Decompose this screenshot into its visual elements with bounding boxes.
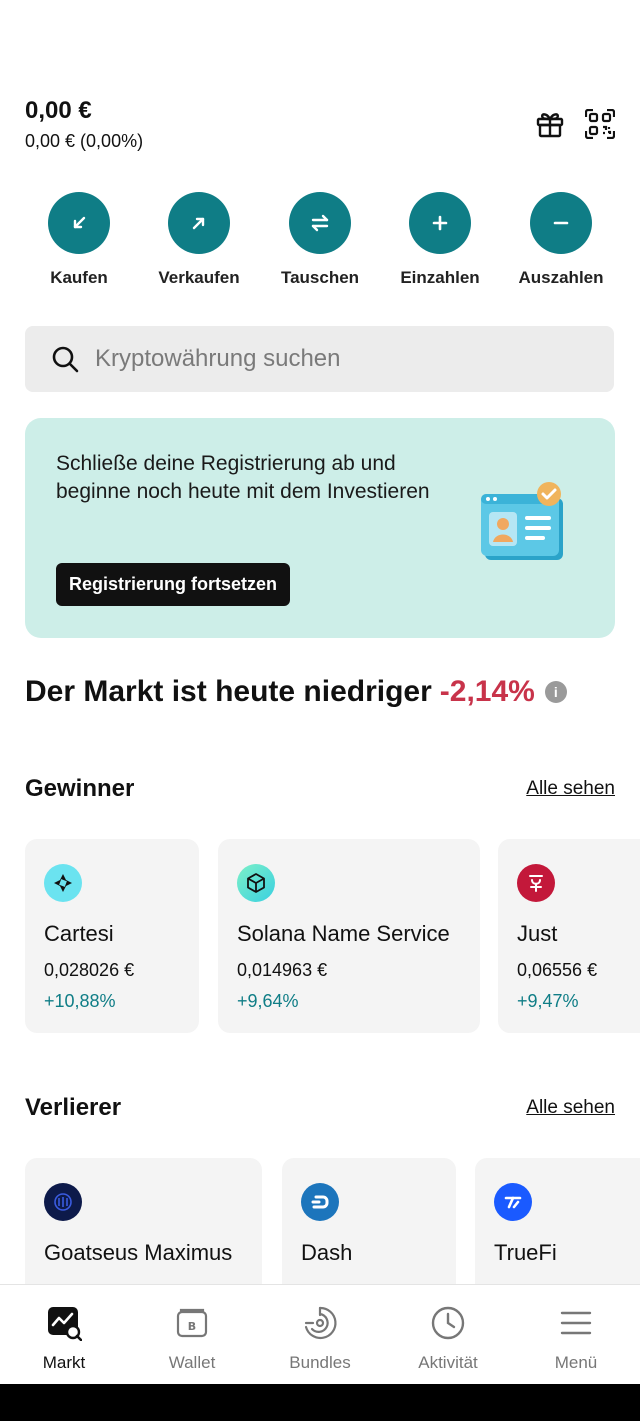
coin-price: 0,028026 € [44, 960, 135, 980]
swap-button[interactable]: Tauschen [272, 192, 368, 288]
balance-amount: 0,00 € [25, 97, 92, 124]
coin-price: 0,06556 € [517, 960, 598, 980]
just-logo-icon [517, 864, 555, 902]
withdraw-label: Auszahlen [518, 268, 604, 287]
truefi-logo-icon [494, 1183, 532, 1221]
info-icon[interactable]: i [544, 681, 567, 703]
withdraw-button[interactable]: Auszahlen [513, 192, 609, 288]
goatseus-maximus-logo-icon [44, 1183, 82, 1221]
registration-banner-text: Schließe deine Registrierung ab und begi… [56, 452, 430, 503]
sell-button[interactable]: Verkaufen [151, 192, 247, 288]
nav-item-wallet[interactable]: B Wallet [137, 1303, 247, 1373]
gainers-title: Gewinner [25, 775, 135, 802]
market-headline: Der Markt ist heute niedriger [25, 675, 432, 708]
solana-name-service-logo-icon [237, 864, 275, 902]
search-placeholder: Kryptowährung suchen [95, 345, 341, 372]
id-card-illustration [475, 480, 575, 570]
nav-label: Menü [554, 1353, 598, 1372]
minus-icon [530, 192, 592, 254]
coin-name: Dash [301, 1240, 353, 1265]
coin-name: Goatseus Maximus [44, 1240, 233, 1265]
continue-registration-button[interactable]: Registrierung fortsetzen [56, 563, 291, 606]
coin-change: +9,47% [517, 991, 579, 1011]
wallet-icon: B [172, 1303, 212, 1343]
sell-label: Verkaufen [158, 268, 240, 287]
arrow-down-left-icon [48, 192, 110, 254]
dash-logo-icon [301, 1183, 339, 1221]
gainer-card-solana-name-service[interactable]: Solana Name Service 0,014963 € +9,64% [218, 839, 480, 1033]
arrow-up-right-icon [168, 192, 230, 254]
losers-title: Verlierer [25, 1094, 122, 1121]
hamburger-menu-icon [556, 1303, 596, 1343]
plus-icon [409, 192, 471, 254]
nav-label: Markt [42, 1353, 86, 1372]
bundles-icon [300, 1303, 340, 1343]
swap-label: Tauschen [280, 268, 360, 287]
balance-change: 0,00 € (0,00%) [25, 131, 144, 151]
bottom-navigation: Markt B Wallet Bundles Aktivität Menü [0, 1284, 640, 1384]
buy-button[interactable]: Kaufen [31, 192, 127, 288]
system-navigation-bar [0, 1384, 640, 1421]
market-change: -2,14% [439, 675, 535, 708]
nav-label: Bundles [289, 1353, 351, 1372]
nav-item-menu[interactable]: Menü [521, 1303, 631, 1373]
coin-name: TrueFi [494, 1240, 557, 1265]
coin-name: Solana Name Service [237, 921, 450, 946]
market-summary: Der Markt ist heute niedriger -2,14% i [25, 675, 567, 709]
deposit-label: Einzahlen [400, 268, 480, 287]
coin-change: +10,88% [44, 991, 116, 1011]
market-chart-icon [44, 1303, 84, 1343]
losers-see-all-link[interactable]: Alle sehen [526, 1097, 615, 1119]
cartesi-logo-icon [44, 864, 82, 902]
nav-label: Aktivität [418, 1353, 478, 1372]
deposit-button[interactable]: Einzahlen [392, 192, 488, 288]
search-input[interactable]: Kryptowährung suchen [25, 326, 614, 392]
clock-icon [428, 1303, 468, 1343]
nav-item-markt[interactable]: Markt [9, 1303, 119, 1373]
qr-scan-icon[interactable] [584, 108, 616, 140]
coin-name: Just [517, 921, 558, 946]
balance-summary: 0,00 € 0,00 € (0,00%) [25, 97, 143, 152]
svg-text:B: B [188, 1320, 196, 1333]
coin-change: +9,64% [237, 991, 299, 1011]
search-icon [49, 343, 81, 375]
swap-icon [289, 192, 351, 254]
coin-price: 0,014963 € [237, 960, 328, 980]
top-icon-bar [534, 108, 616, 140]
gainers-see-all-link[interactable]: Alle sehen [526, 778, 615, 800]
buy-label: Kaufen [50, 268, 108, 287]
nav-item-bundles[interactable]: Bundles [265, 1303, 375, 1373]
gift-icon[interactable] [534, 108, 566, 140]
registration-banner: Schließe deine Registrierung ab und begi… [25, 418, 615, 638]
nav-item-aktivitaet[interactable]: Aktivität [393, 1303, 503, 1373]
nav-label: Wallet [168, 1353, 216, 1372]
gainer-card-cartesi[interactable]: Cartesi 0,028026 € +10,88% [25, 839, 199, 1033]
gainer-card-just[interactable]: Just 0,06556 € +9,47% [498, 839, 640, 1033]
coin-name: Cartesi [44, 921, 114, 946]
